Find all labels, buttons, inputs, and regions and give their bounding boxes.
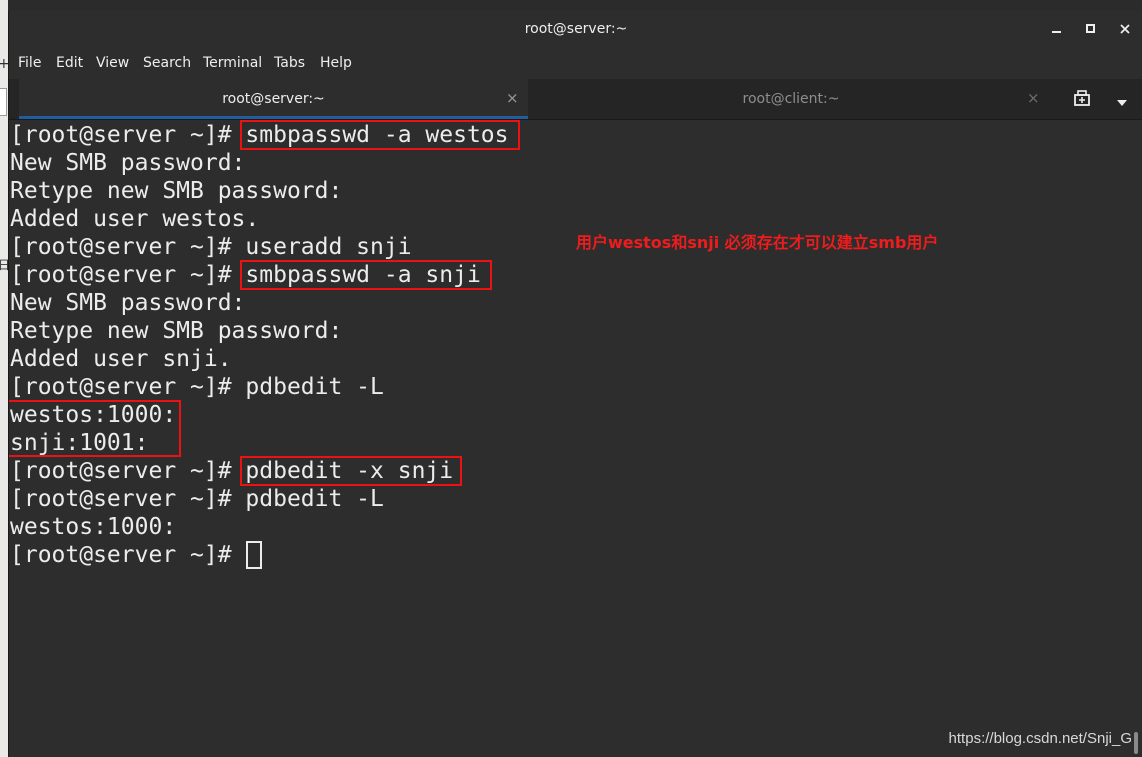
terminal-line-9: Added user snji.: [10, 346, 232, 372]
highlight-box-pdbedit-delete: [240, 456, 462, 486]
terminal-scrollbar[interactable]: [1134, 732, 1138, 754]
terminal-output[interactable]: [root@server ~]# smbpasswd -a westos New…: [9, 120, 1142, 757]
active-tab-indicator: [19, 116, 528, 119]
menu-help[interactable]: Help: [320, 55, 352, 71]
new-tab-icon: [1074, 90, 1090, 106]
tab-menu-button[interactable]: [1115, 93, 1129, 112]
window-titlebar[interactable]: root@server:~: [9, 11, 1142, 49]
terminal-line-8: Retype new SMB password:: [10, 318, 343, 344]
highlight-box-smbpasswd-snji: [240, 260, 492, 290]
close-icon: [1120, 24, 1130, 34]
close-button[interactable]: [1115, 20, 1135, 40]
terminal-line-2: New SMB password:: [10, 150, 246, 176]
maximize-button[interactable]: [1081, 20, 1101, 40]
tab-server-label: root@server:~: [222, 91, 325, 107]
tab-client[interactable]: root@client:~ ×: [529, 79, 1053, 119]
watermark: https://blog.csdn.net/Snji_G: [948, 730, 1132, 747]
highlight-box-smbpasswd-westos: [240, 120, 520, 150]
terminal-line-7: New SMB password:: [10, 290, 246, 316]
terminal-line-14: [root@server ~]# pdbedit -L: [10, 486, 384, 512]
tab-server[interactable]: root@server:~ ×: [19, 79, 528, 119]
terminal-line-16: [root@server ~]#: [10, 542, 246, 568]
minimize-button[interactable]: [1047, 20, 1067, 40]
menu-file[interactable]: File: [18, 55, 41, 71]
terminal-cursor: [246, 541, 262, 569]
terminal-line-3: Retype new SMB password:: [10, 178, 343, 204]
desktop-background-strip: + 日: [0, 0, 10, 757]
tab-server-close-icon[interactable]: ×: [506, 89, 519, 107]
new-tab-button[interactable]: [1073, 89, 1091, 111]
maximize-icon: [1086, 24, 1095, 33]
window-title: root@server:~: [524, 21, 628, 37]
menu-terminal[interactable]: Terminal: [203, 55, 262, 71]
menubar: File Edit View Search Terminal Tabs Help: [9, 49, 1142, 77]
menu-tabs[interactable]: Tabs: [274, 55, 305, 71]
tab-client-close-icon[interactable]: ×: [1027, 89, 1040, 107]
menu-edit[interactable]: Edit: [56, 55, 83, 71]
terminal-line-4: Added user westos.: [10, 206, 260, 232]
terminal-line-10: [root@server ~]# pdbedit -L: [10, 374, 384, 400]
tab-bar: root@server:~ × root@client:~ ×: [9, 79, 1142, 120]
terminal-window: root@server:~ File Edit View Search Term…: [8, 11, 1142, 757]
tab-client-label: root@client:~: [742, 91, 840, 107]
desktop-partial-field: [0, 88, 7, 116]
minimize-icon: [1052, 31, 1061, 33]
terminal-line-15: westos:1000:: [10, 514, 177, 540]
terminal-line-5: [root@server ~]# useradd snji: [10, 234, 412, 260]
highlight-box-pdbedit-list: [9, 400, 181, 457]
menu-view[interactable]: View: [96, 55, 129, 71]
chevron-down-icon: [1117, 100, 1127, 106]
annotation-note: 用户westos和snji 必须存在才可以建立smb用户: [576, 233, 939, 252]
menu-search[interactable]: Search: [143, 55, 191, 71]
